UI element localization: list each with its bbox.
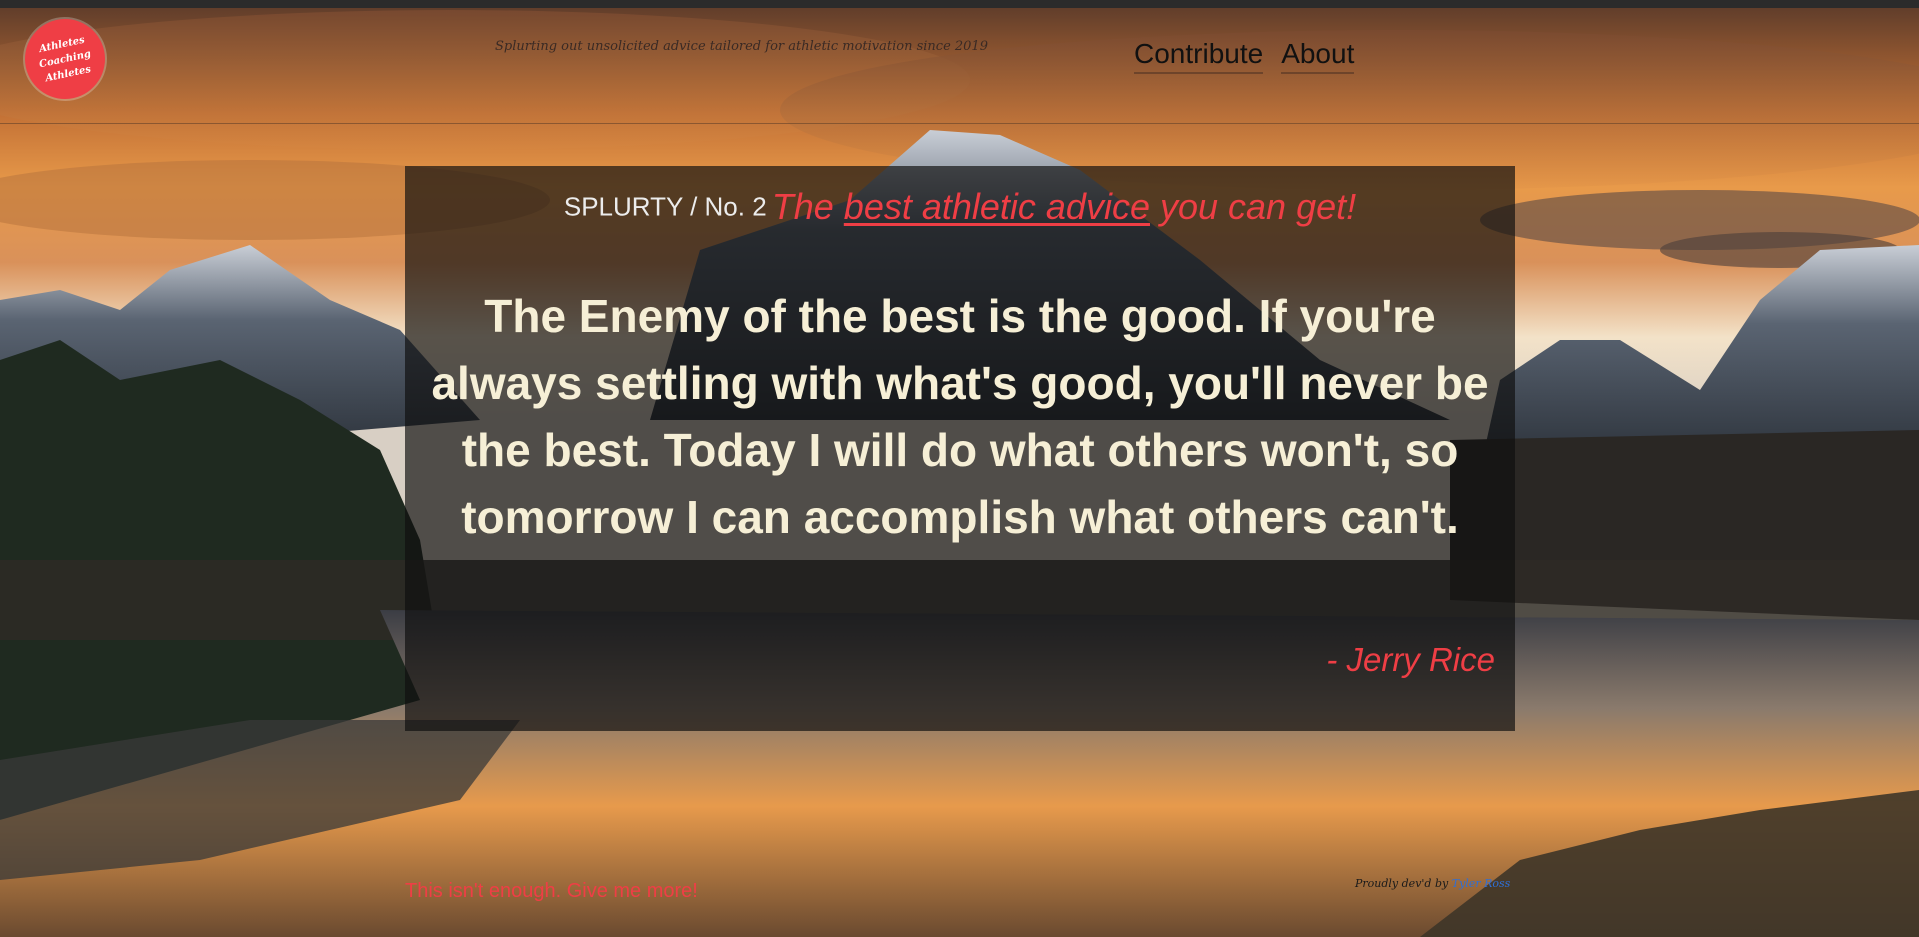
footer-credit-author-link[interactable]: Tyler Ross: [1452, 877, 1511, 890]
give-me-more-link[interactable]: This isn't enough. Give me more!: [405, 880, 698, 903]
card-tagline-prefix: The: [771, 186, 844, 227]
browser-top-bar: [0, 0, 1919, 8]
site-header: Athletes Coaching Athletes Splurting out…: [0, 8, 1919, 124]
page: Athletes Coaching Athletes Splurting out…: [0, 0, 1919, 937]
logo-badge-icon[interactable]: Athletes Coaching Athletes: [17, 11, 113, 107]
card-heading: SPLURTY / No. 2 The best athletic advice…: [405, 186, 1515, 228]
quote-author: - Jerry Rice: [1326, 641, 1495, 678]
quote-card: SPLURTY / No. 2 The best athletic advice…: [405, 166, 1515, 731]
site-tagline: Splurting out unsolicited advice tailore…: [495, 39, 988, 54]
quote-text: The Enemy of the best is the good. If yo…: [431, 290, 1489, 543]
card-tagline-underlined: best athletic advice: [843, 186, 1150, 227]
footer-credit-prefix: Proudly dev'd by: [1355, 877, 1449, 890]
splurty-brand: SPLURTY / No. 2: [563, 191, 767, 222]
main-nav: Contribute About: [1134, 38, 1355, 74]
nav-about-link[interactable]: About: [1281, 38, 1355, 74]
footer-credit: Proudly dev'd by Tyler Ross: [1355, 877, 1510, 890]
card-tagline: The best athletic advice you can get!: [772, 186, 1356, 227]
nav-contribute-link[interactable]: Contribute: [1134, 38, 1264, 74]
card-tagline-suffix: you can get!: [1149, 186, 1357, 227]
